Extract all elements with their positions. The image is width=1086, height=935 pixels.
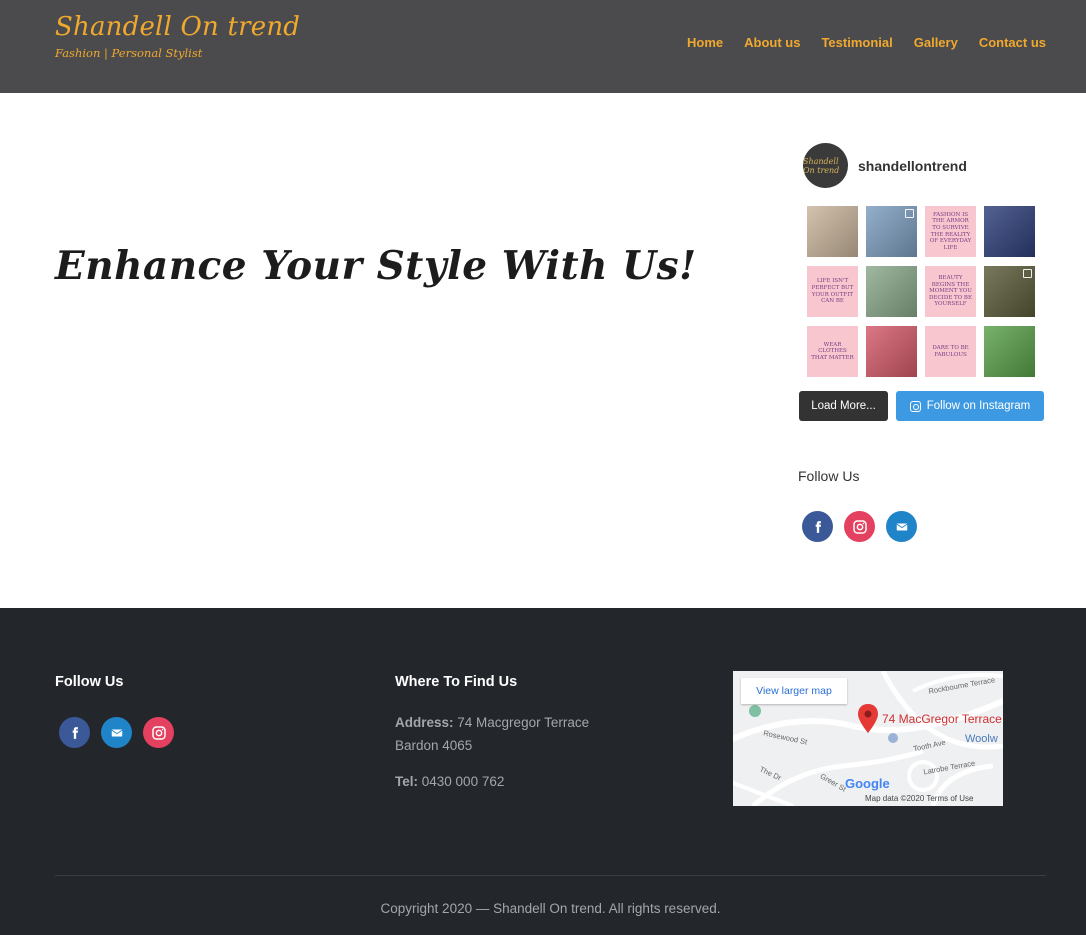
google-logo: Google [845, 776, 890, 791]
instagram-post-thumbnail[interactable] [866, 206, 917, 257]
map-street-label: Woolw [965, 733, 998, 745]
address-line-1: 74 Macgregor Terrace [457, 715, 590, 730]
brand-subtitle: Fashion | Personal Stylist [55, 46, 203, 60]
avatar-text: Shandell On trend [803, 156, 840, 175]
instagram-icon[interactable] [844, 511, 875, 542]
nav-contact-us[interactable]: Contact us [979, 35, 1046, 50]
instagram-post-text: Fashion is the armor to survive the real… [929, 211, 972, 251]
instagram-post-thumbnail[interactable]: Fashion is the armor to survive the real… [925, 206, 976, 257]
instagram-post-thumbnail[interactable]: Wear clothes that matter [807, 326, 858, 377]
view-larger-map-link[interactable]: View larger map [741, 678, 847, 704]
instagram-post-thumbnail[interactable] [984, 326, 1035, 377]
instagram-post-thumbnail[interactable]: Beauty begins the moment you decide to b… [925, 266, 976, 317]
map-pin-label: 74 MacGregor Terrace [882, 712, 1002, 726]
tel-value[interactable]: 0430 000 762 [422, 774, 505, 789]
footer-phone: Tel: 0430 000 762 [395, 770, 504, 793]
footer-follow-title: Follow Us [55, 674, 124, 690]
instagram-avatar[interactable]: Shandell On trend [803, 143, 848, 188]
nav-home[interactable]: Home [687, 35, 723, 50]
instagram-feed: Fashion is the armor to survive the real… [807, 206, 1035, 377]
footer-social-icons [59, 717, 174, 748]
instagram-post-text: Wear clothes that matter [811, 341, 854, 361]
follow-on-instagram-label: Follow on Instagram [926, 400, 1031, 412]
instagram-post-text: Beauty begins the moment you decide to b… [929, 275, 972, 308]
map-legal-text[interactable]: Map data ©2020 Terms of Use [865, 794, 973, 803]
instagram-header[interactable]: Shandell On trend shandellontrend [803, 143, 967, 188]
address-line-2: Bardon 4065 [395, 738, 473, 753]
instagram-post-thumbnail[interactable]: Dare to be fabulous [925, 326, 976, 377]
tel-label: Tel: [395, 774, 418, 789]
footer-address: Address: 74 Macgregor Terrace Bardon 406… [395, 711, 589, 757]
nav-testimonial[interactable]: Testimonial [821, 35, 892, 50]
brand-title: Shandell On trend [55, 12, 301, 42]
instagram-post-text: Life isn't perfect but your outfit can b… [811, 278, 854, 305]
facebook-icon[interactable] [59, 717, 90, 748]
footer-find-title: Where To Find Us [395, 674, 518, 690]
follow-on-instagram-button[interactable]: Follow on Instagram [896, 391, 1044, 421]
facebook-icon[interactable] [802, 511, 833, 542]
instagram-post-thumbnail[interactable] [984, 206, 1035, 257]
instagram-post-thumbnail[interactable] [866, 326, 917, 377]
instagram-icon [909, 400, 921, 412]
footer-divider [55, 875, 1046, 876]
nav-gallery[interactable]: Gallery [914, 35, 958, 50]
nav-about-us[interactable]: About us [744, 35, 800, 50]
brand-logo[interactable]: Shandell On trend Fashion | Personal Sty… [55, 12, 300, 60]
site-header: Shandell On trend Fashion | Personal Sty… [0, 0, 1086, 93]
email-icon[interactable] [886, 511, 917, 542]
embedded-map[interactable]: View larger map 74 MacGregor Terrace Roc… [733, 671, 1003, 806]
instagram-post-thumbnail[interactable] [807, 206, 858, 257]
address-label: Address: [395, 715, 454, 730]
email-icon[interactable] [101, 717, 132, 748]
instagram-icon[interactable] [143, 717, 174, 748]
load-more-button[interactable]: Load More... [799, 391, 888, 421]
instagram-post-thumbnail[interactable] [866, 266, 917, 317]
sidebar-follow-title: Follow Us [798, 468, 860, 484]
main-nav: Home About us Testimonial Gallery Contac… [687, 35, 1046, 50]
instagram-post-thumbnail[interactable]: Life isn't perfect but your outfit can b… [807, 266, 858, 317]
copyright-text: Copyright 2020 — Shandell On trend. All … [380, 901, 721, 916]
instagram-post-thumbnail[interactable] [984, 266, 1035, 317]
multiple-photos-icon [1023, 269, 1032, 278]
hero-title: Enhance Your Style With Us! [55, 243, 697, 289]
instagram-username[interactable]: shandellontrend [858, 158, 967, 174]
multiple-photos-icon [905, 209, 914, 218]
sidebar-social-icons [802, 511, 917, 542]
instagram-post-text: Dare to be fabulous [932, 344, 969, 358]
